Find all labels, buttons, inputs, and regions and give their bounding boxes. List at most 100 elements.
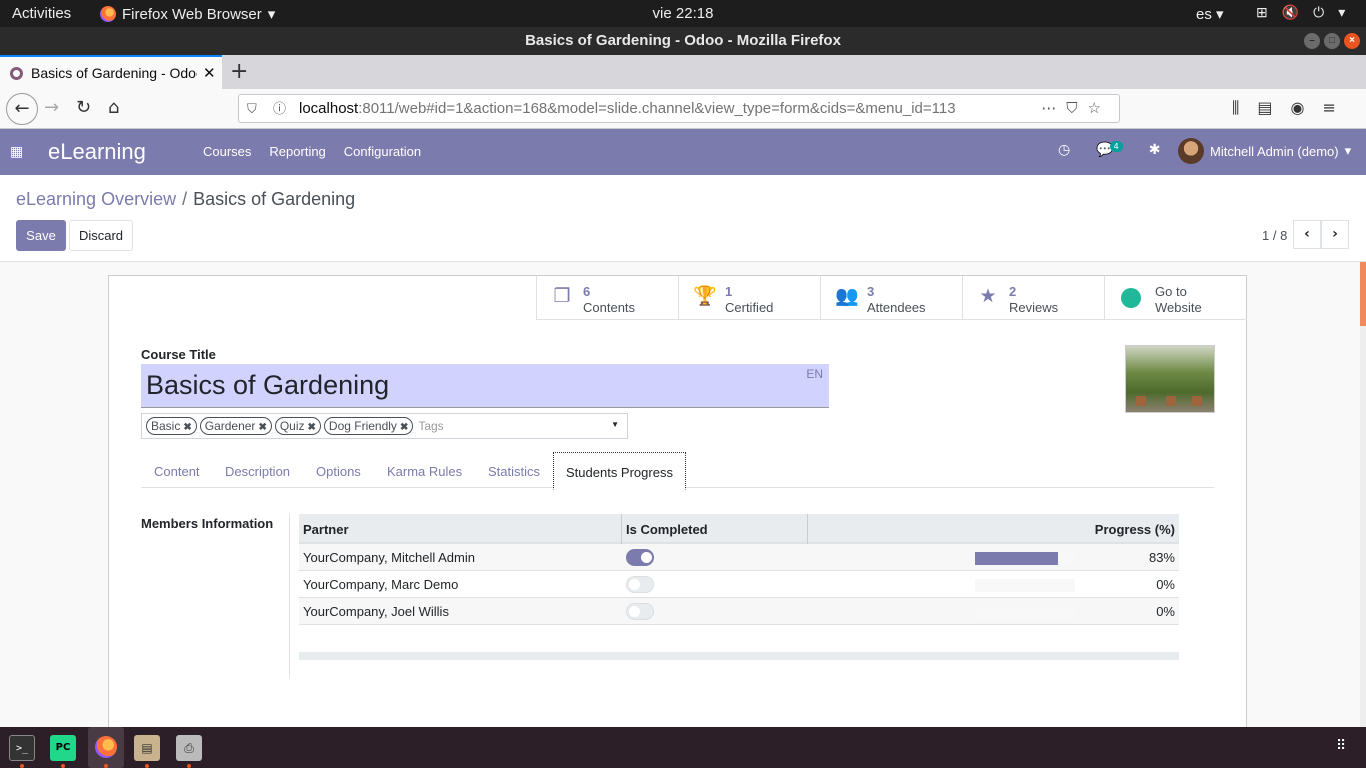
tab-content[interactable]: Content <box>154 464 200 479</box>
system-tray[interactable]: ⊞ 🔇 ⏻ ▾ <box>1256 4 1345 21</box>
scrollbar-thumb[interactable] <box>1360 262 1366 326</box>
close-window-icon[interactable]: × <box>1344 33 1360 49</box>
save-button[interactable]: Save <box>16 220 66 251</box>
header-is-completed[interactable]: Is Completed <box>626 522 708 537</box>
library-icon[interactable]: ⫼ <box>1232 98 1239 118</box>
user-menu[interactable]: Mitchell Admin (demo) ▾ <box>1178 138 1351 164</box>
menu-courses[interactable]: Courses <box>203 144 251 159</box>
tab-strip: Basics of Gardening - Odoo ✕ + <box>0 55 1366 89</box>
course-image[interactable] <box>1125 345 1215 413</box>
url-bar[interactable]: ⛉ ⓘ localhost:8011/web#id=1&action=168&m… <box>238 94 1120 123</box>
tab-statistics[interactable]: Statistics <box>488 464 540 479</box>
toggle-knob <box>629 579 640 590</box>
menu-reporting[interactable]: Reporting <box>269 144 325 159</box>
files-icon[interactable]: ▤ <box>134 735 160 761</box>
back-icon[interactable]: ← <box>6 93 38 125</box>
shield-icon[interactable]: ⛉ <box>247 95 257 122</box>
star-icon: ★ <box>979 286 997 307</box>
activity-clock-icon[interactable]: ◷ <box>1058 142 1070 158</box>
app-brand[interactable]: eLearning <box>48 139 146 165</box>
running-indicator <box>20 764 24 768</box>
discard-button[interactable]: Discard <box>69 220 133 251</box>
translate-lang-button[interactable]: EN <box>806 367 823 381</box>
debug-bug-icon[interactable]: ✱ <box>1149 142 1161 158</box>
sidebar-icon[interactable]: ▤ <box>1257 98 1272 118</box>
scrollbar[interactable] <box>1360 262 1366 727</box>
browser-tab[interactable]: Basics of Gardening - Odoo ✕ <box>0 55 222 89</box>
stat-label: Certified <box>725 300 774 315</box>
header-partner[interactable]: Partner <box>303 522 349 537</box>
stat-label: Attendees <box>867 300 926 315</box>
tags-field[interactable]: Basic ✖ Gardener ✖ Quiz ✖ Dog Friendly ✖ Tag… <box>141 413 628 439</box>
stat-reviews-button[interactable]: ★ 2 Reviews <box>962 276 1104 320</box>
account-icon[interactable]: ◉ <box>1291 98 1305 118</box>
bookmark-star-icon[interactable]: ☆ <box>1088 100 1111 117</box>
page-actions[interactable]: ⋯⛉☆ <box>1041 95 1111 122</box>
completed-toggle[interactable] <box>626 603 654 620</box>
new-tab-icon[interactable]: + <box>230 59 248 84</box>
remove-tag-icon[interactable]: ✖ <box>183 422 191 433</box>
table-row[interactable]: YourCompany, Mitchell Admin 83% <box>299 544 1179 571</box>
pocket-icon[interactable]: ⛉ <box>1066 100 1087 117</box>
toggle-knob <box>641 552 652 563</box>
show-apps-icon[interactable]: ⠿ <box>1336 738 1354 756</box>
menu-configuration[interactable]: Configuration <box>344 144 421 159</box>
maximize-icon[interactable]: □ <box>1324 33 1340 49</box>
course-title-input[interactable]: Basics of Gardening EN <box>141 364 829 408</box>
stat-value: 1 <box>725 284 733 299</box>
remove-tag-icon[interactable]: ✖ <box>258 422 266 433</box>
chat-icon[interactable]: 💬4 <box>1096 141 1123 158</box>
completed-toggle[interactable] <box>626 549 654 566</box>
stat-label: Contents <box>583 300 636 315</box>
home-icon[interactable]: ⌂ <box>108 97 119 118</box>
completed-toggle[interactable] <box>626 576 654 593</box>
remove-tag-icon[interactable]: ✖ <box>308 422 316 433</box>
tags-input[interactable]: Tags <box>418 419 443 433</box>
chevron-left-icon[interactable]: ‹ <box>1293 220 1321 249</box>
menu-icon[interactable]: ≡ <box>1322 98 1335 118</box>
header-progress[interactable]: Progress (%) <box>1095 522 1175 537</box>
breadcrumb-parent[interactable]: eLearning Overview <box>16 189 176 209</box>
tab-description[interactable]: Description <box>225 464 290 479</box>
firefox-taskbar-item[interactable] <box>88 727 124 768</box>
apps-grid-icon[interactable]: ▦ <box>10 144 23 160</box>
caret-down-icon[interactable]: ▼ <box>611 420 619 429</box>
form-sheet: ❐ 6 Contents 🏆 1 Certified 👥 3 Attendees… <box>108 275 1247 735</box>
more-icon[interactable]: ⋯ <box>1041 100 1066 117</box>
printer-icon[interactable]: ⎙ <box>176 735 202 761</box>
divider <box>289 514 290 678</box>
stat-attendees-button[interactable]: 👥 3 Attendees <box>820 276 962 320</box>
close-tab-icon[interactable]: ✕ <box>203 64 216 82</box>
terminal-icon[interactable]: >_ <box>9 735 35 761</box>
activities-button[interactable]: Activities <box>12 5 71 22</box>
go-to-website-button[interactable]: Go to Website <box>1104 276 1246 320</box>
tab-options[interactable]: Options <box>316 464 361 479</box>
pycharm-icon[interactable]: PC <box>50 735 76 761</box>
tab-karma-rules[interactable]: Karma Rules <box>387 464 462 479</box>
clock[interactable]: vie 22:18 <box>653 5 714 22</box>
tag-dog-friendly: Dog Friendly ✖ <box>323 417 414 435</box>
tab-students-progress[interactable]: Students Progress <box>553 452 686 490</box>
chevron-right-icon[interactable]: › <box>1321 220 1349 249</box>
taskbar: >_ PC ▤ ⎙ ⠿ <box>0 727 1366 768</box>
table-row[interactable]: YourCompany, Marc Demo 0% <box>299 571 1179 598</box>
copy-icon: ❐ <box>553 286 571 307</box>
remove-tag-icon[interactable]: ✖ <box>400 422 408 433</box>
column-divider <box>807 514 808 544</box>
tag-quiz: Quiz ✖ <box>274 417 321 435</box>
user-name: Mitchell Admin (demo) <box>1210 143 1339 159</box>
website-label: Go to Website <box>1155 284 1202 316</box>
info-icon[interactable]: ⓘ <box>273 95 286 122</box>
language-indicator[interactable]: es ▾ <box>1196 5 1224 23</box>
table-row[interactable]: YourCompany, Joel Willis 0% <box>299 598 1179 625</box>
minimize-icon[interactable]: – <box>1304 33 1320 49</box>
reload-icon[interactable]: ↻ <box>76 97 91 118</box>
tag-gardener: Gardener ✖ <box>199 417 272 435</box>
pager-value[interactable]: 1 / 8 <box>1262 228 1287 243</box>
stat-contents-button[interactable]: ❐ 6 Contents <box>536 276 678 320</box>
url-path: :8011/web#id=1&action=168&model=slide.ch… <box>358 100 956 117</box>
forward-icon[interactable]: → <box>44 97 59 118</box>
app-menu[interactable]: Firefox Web Browser ▾ <box>100 5 275 23</box>
stat-certified-button[interactable]: 🏆 1 Certified <box>678 276 820 320</box>
main-menu: Courses Reporting Configuration <box>203 144 421 159</box>
